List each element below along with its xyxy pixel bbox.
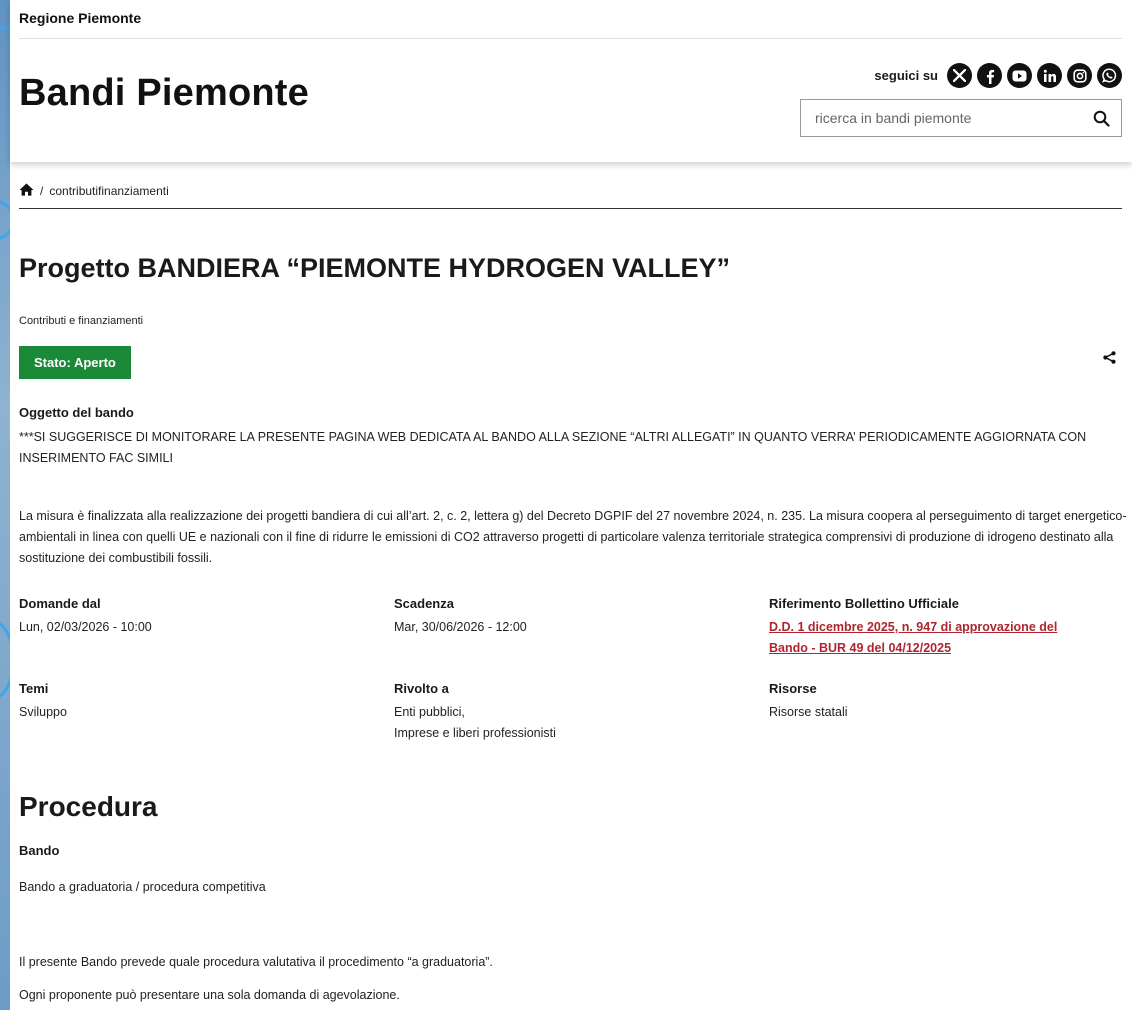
rivolto-value-1: Enti pubblici, [394, 705, 465, 719]
rivolto-label: Rivolto a [394, 681, 449, 696]
youtube-icon[interactable] [1007, 63, 1032, 88]
breadcrumb-separator: / [40, 184, 44, 198]
risorse-value: Risorse statali [769, 705, 848, 719]
risorse-label: Risorse [769, 681, 817, 696]
social-links: seguici su [874, 63, 1122, 88]
object-note: ***SI SUGGERISCE DI MONITORARE LA PRESEN… [19, 430, 1087, 465]
breadcrumb-current[interactable]: contributifinanziamenti [49, 184, 168, 198]
temi-value: Sviluppo [19, 705, 67, 719]
procedura-text-2: Ogni proponente può presentare una sola … [19, 988, 400, 1002]
header-divider [19, 38, 1122, 39]
temi-label: Temi [19, 681, 49, 696]
riferimento-link[interactable]: D.D. 1 dicembre 2025, n. 947 di approvaz… [769, 617, 1099, 659]
object-heading: Oggetto del bando [19, 405, 134, 420]
instagram-icon[interactable] [1067, 63, 1092, 88]
site-header: Regione Piemonte Bandi Piemonte seguici … [10, 0, 1132, 162]
region-label[interactable]: Regione Piemonte [19, 10, 141, 26]
facebook-icon[interactable] [977, 63, 1002, 88]
breadcrumb: / contributifinanziamenti [19, 183, 169, 199]
home-icon[interactable] [19, 183, 34, 199]
page: Regione Piemonte Bandi Piemonte seguici … [10, 0, 1132, 1010]
status-badge: Stato: Aperto [19, 346, 131, 379]
search-input[interactable] [801, 100, 1081, 136]
domande-label: Domande dal [19, 596, 101, 611]
linkedin-icon[interactable] [1037, 63, 1062, 88]
scadenza-label: Scadenza [394, 596, 454, 611]
x-icon[interactable] [947, 63, 972, 88]
procedura-type: Bando a graduatoria / procedura competit… [19, 880, 266, 894]
site-title[interactable]: Bandi Piemonte [19, 72, 309, 115]
search-icon [1093, 110, 1110, 127]
procedura-heading: Procedura [19, 791, 158, 822]
domande-value: Lun, 02/03/2026 - 10:00 [19, 620, 152, 634]
object-description: La misura è finalizzata alla realizzazio… [19, 509, 1127, 565]
scadenza-value: Mar, 30/06/2026 - 12:00 [394, 620, 527, 634]
rivolto-value-2: Imprese e liberi professionisti [394, 726, 556, 740]
breadcrumb-divider [19, 208, 1122, 209]
category-label: Contributi e finanziamenti [19, 315, 144, 327]
procedura-text-1: Il presente Bando prevede quale procedur… [19, 955, 493, 969]
page-title: Progetto BANDIERA “PIEMONTE HYDROGEN VAL… [19, 253, 731, 283]
procedura-subtitle: Bando [19, 843, 60, 858]
search-box [800, 99, 1122, 137]
search-button[interactable] [1081, 100, 1121, 136]
social-label: seguici su [874, 68, 938, 83]
riferimento-label: Riferimento Bollettino Ufficiale [769, 596, 959, 611]
background-strip [0, 0, 10, 1010]
share-icon[interactable] [1103, 351, 1116, 369]
whatsapp-icon[interactable] [1097, 63, 1122, 88]
